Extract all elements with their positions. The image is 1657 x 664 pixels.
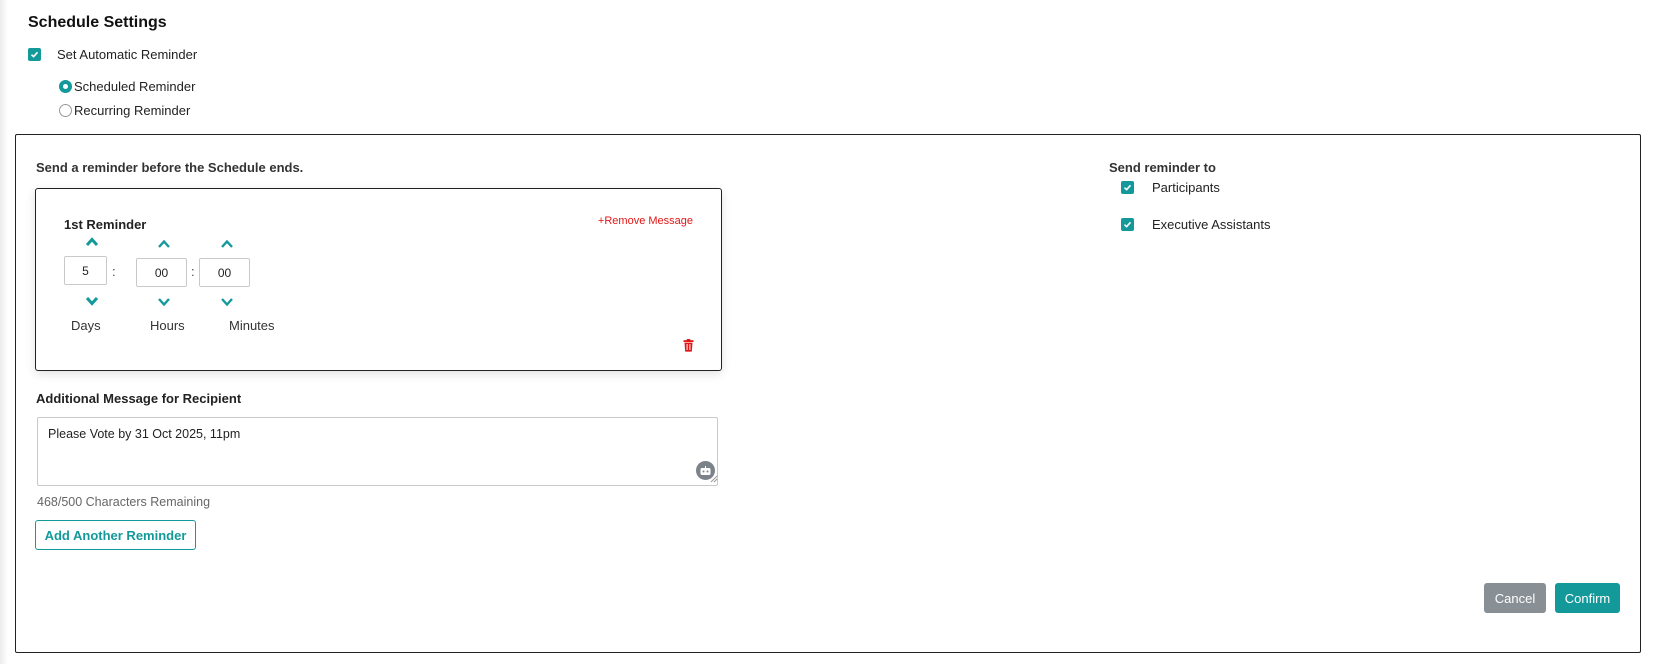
page-title: Schedule Settings — [28, 14, 167, 31]
radio-recurring-reminder[interactable]: Recurring Reminder — [59, 103, 190, 118]
remove-message-link[interactable]: +Remove Message — [598, 215, 693, 227]
auto-reminder-checkbox[interactable] — [28, 48, 41, 61]
days-down-chevron-icon[interactable] — [85, 295, 99, 307]
characters-remaining: 468/500 Characters Remaining — [37, 495, 211, 509]
executive-assistants-label: Executive Assistants — [1152, 217, 1271, 232]
recipient-executive-assistants[interactable]: Executive Assistants — [1121, 217, 1271, 232]
left-shade — [0, 0, 8, 664]
hours-input[interactable]: 00 — [136, 258, 187, 287]
confirm-button[interactable]: Confirm — [1555, 583, 1620, 613]
hours-down-chevron-icon[interactable] — [157, 296, 171, 308]
reminder-panel: Send a reminder before the Schedule ends… — [15, 134, 1641, 653]
send-reminder-to-label: Send reminder to — [1109, 160, 1216, 175]
add-another-reminder-button[interactable]: Add Another Reminder — [35, 520, 196, 550]
additional-message-textarea[interactable]: Please Vote by 31 Oct 2025, 11pm — [37, 417, 718, 486]
check-icon — [30, 51, 39, 58]
check-icon — [1123, 184, 1132, 191]
minutes-input[interactable]: 00 — [199, 258, 250, 287]
check-icon — [1123, 221, 1132, 228]
days-label: Days — [71, 318, 101, 333]
colon-separator: : — [112, 264, 116, 279]
radio-scheduled-indicator[interactable] — [59, 80, 72, 93]
reminder-title: 1st Reminder — [64, 217, 147, 232]
days-up-chevron-icon[interactable] — [85, 236, 99, 248]
robot-icon — [700, 465, 711, 475]
page: Schedule Settings Set Automatic Reminder… — [0, 0, 1657, 664]
minutes-label: Minutes — [229, 318, 275, 333]
auto-reminder-row[interactable]: Set Automatic Reminder — [28, 47, 197, 62]
radio-recurring-indicator[interactable] — [59, 104, 72, 117]
days-input[interactable]: 5 — [64, 256, 107, 285]
radio-recurring-label: Recurring Reminder — [74, 103, 191, 118]
reminder-card: 1st Reminder +Remove Message 5 : Days 00… — [35, 188, 722, 371]
hours-label: Hours — [150, 318, 185, 333]
hours-up-chevron-icon[interactable] — [157, 238, 171, 250]
radio-scheduled-reminder[interactable]: Scheduled Reminder — [59, 79, 195, 94]
colon-separator: : — [191, 264, 195, 279]
additional-message-label: Additional Message for Recipient — [36, 391, 242, 406]
trash-icon[interactable] — [683, 339, 694, 352]
auto-reminder-label: Set Automatic Reminder — [57, 47, 198, 62]
resize-handle-icon[interactable] — [710, 475, 718, 483]
recipient-participants[interactable]: Participants — [1121, 180, 1220, 195]
participants-label: Participants — [1152, 180, 1220, 195]
executive-assistants-checkbox[interactable] — [1121, 218, 1134, 231]
radio-scheduled-label: Scheduled Reminder — [74, 79, 196, 94]
minutes-down-chevron-icon[interactable] — [220, 296, 234, 308]
send-before-label: Send a reminder before the Schedule ends… — [36, 160, 304, 175]
participants-checkbox[interactable] — [1121, 181, 1134, 194]
minutes-up-chevron-icon[interactable] — [220, 238, 234, 250]
cancel-button[interactable]: Cancel — [1484, 583, 1546, 613]
